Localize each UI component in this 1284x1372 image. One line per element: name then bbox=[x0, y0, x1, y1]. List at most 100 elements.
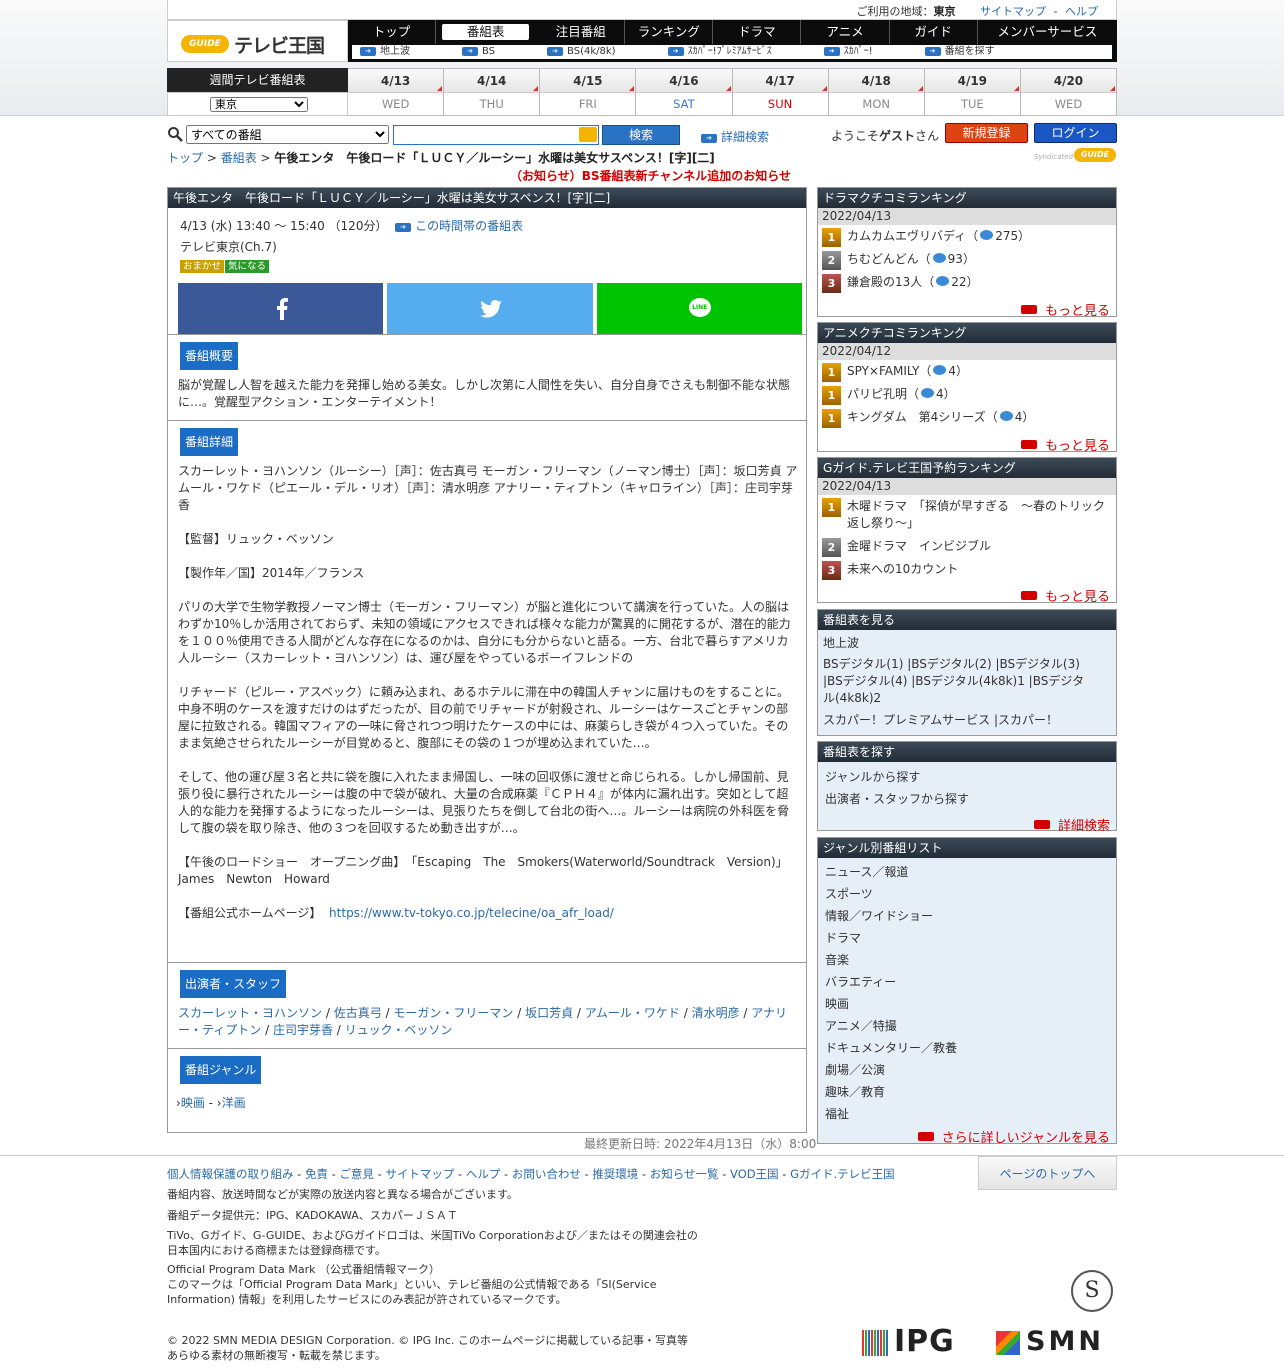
genre-item[interactable]: 趣味／教育 bbox=[818, 1081, 1116, 1103]
genre-item[interactable]: 映画 bbox=[818, 993, 1116, 1015]
footer-link[interactable]: 免責 bbox=[305, 1167, 328, 1181]
nav-featured[interactable]: 注目番組 bbox=[537, 20, 626, 44]
advanced-search-link[interactable]: ➔ 詳細検索 bbox=[693, 128, 769, 145]
subnav-skyperfect-premium[interactable]: ➔ ｽｶﾊﾟｰ!ﾌﾟﾚﾐｱﾑｻｰﾋﾞｽ bbox=[660, 45, 794, 59]
footer-link[interactable]: VOD王国 bbox=[730, 1167, 779, 1181]
facebook-share-button[interactable] bbox=[178, 283, 384, 334]
genre-item[interactable]: ドキュメンタリー／教養 bbox=[818, 1037, 1116, 1059]
find-by-genre[interactable]: ジャンルから探す bbox=[818, 766, 1116, 788]
nav-anime[interactable]: アニメ bbox=[801, 20, 890, 44]
footer-link[interactable]: Gガイド.テレビ王国 bbox=[790, 1167, 895, 1181]
day-column[interactable]: 4/20 WED bbox=[1020, 68, 1117, 116]
subnav-bs[interactable]: ➔ BS bbox=[454, 45, 517, 59]
homepage-link[interactable]: https://www.tv-tokyo.co.jp/telecine/oa_a… bbox=[329, 906, 614, 920]
ranking-item[interactable]: 1 パリピ孔明（ 4） bbox=[818, 386, 1116, 405]
subnav-find[interactable]: ➔ 番組を探す bbox=[917, 45, 1017, 59]
last-updated: 最終更新日時: 2022年4月13日（水）8:00 bbox=[584, 1137, 817, 1151]
sitemap-link[interactable]: サイトマップ bbox=[980, 5, 1046, 18]
skyperfect-links[interactable]: スカパー！プレミアムサービス |スカパー！ bbox=[818, 709, 1116, 731]
more-link[interactable]: もっと見る bbox=[1020, 586, 1110, 605]
genre-item[interactable]: スポーツ bbox=[818, 883, 1116, 905]
more-link[interactable]: もっと見る bbox=[1020, 435, 1110, 454]
line-share-button[interactable]: LINE bbox=[596, 283, 802, 334]
nav-ranking[interactable]: ランキング bbox=[625, 20, 714, 44]
day-column[interactable]: 4/17 SUN bbox=[732, 68, 829, 116]
ranking-item[interactable]: 1 キングダム 第4シリーズ（ 4） bbox=[818, 409, 1116, 428]
nav-drama[interactable]: ドラマ bbox=[713, 20, 802, 44]
genre-item[interactable]: アニメ／特撮 bbox=[818, 1015, 1116, 1037]
genre-item[interactable]: 劇場／公演 bbox=[818, 1059, 1116, 1081]
ranking-item[interactable]: 3 未来への10カウント bbox=[818, 561, 1116, 580]
cast-link[interactable]: 坂口芳貞 bbox=[525, 1006, 573, 1020]
footer-link[interactable]: ご意見 bbox=[339, 1167, 374, 1181]
cast-link[interactable]: アムール・ワケド bbox=[585, 1006, 680, 1020]
day-column[interactable]: 4/14 THU bbox=[444, 68, 541, 116]
nav-schedule[interactable]: 番組表 bbox=[442, 24, 530, 40]
cast-link[interactable]: 庄司宇芽香 bbox=[273, 1023, 333, 1037]
ranking-item[interactable]: 1 木曜ドラマ 「探偵が早すぎる 〜春のトリック返し祭り〜」 bbox=[818, 498, 1116, 532]
search-button[interactable]: 検索 bbox=[602, 125, 680, 145]
ranking-item[interactable]: 2 ちむどんどん（ 93） bbox=[818, 251, 1116, 270]
twitter-share-button[interactable] bbox=[387, 283, 593, 334]
footer-link[interactable]: ヘルプ bbox=[466, 1167, 501, 1181]
nav-guide[interactable]: ガイド bbox=[890, 20, 978, 44]
nav-member[interactable]: メンバーサービス bbox=[978, 20, 1117, 44]
kininaru-tag[interactable]: 気になる bbox=[225, 260, 270, 273]
footer-link[interactable]: 推奨環境 bbox=[592, 1167, 638, 1181]
help-link[interactable]: ヘルプ bbox=[1065, 5, 1098, 18]
terrestrial-link[interactable]: 地上波 bbox=[818, 632, 1116, 654]
subnav-skyperfect[interactable]: ➔ ｽｶﾊﾟｰ! bbox=[816, 45, 895, 59]
ranking-item[interactable]: 1 カムカムエヴリバディ（ 275） bbox=[818, 228, 1116, 247]
more-genre-link[interactable]: さらに詳しいジャンルを見る bbox=[917, 1127, 1110, 1146]
day-of-week: FRI bbox=[578, 97, 597, 111]
ranking-item[interactable]: 1 SPY×FAMILY（ 4） bbox=[818, 363, 1116, 382]
footer-link[interactable]: サイトマップ bbox=[385, 1167, 454, 1181]
subnav-terrestrial[interactable]: ➔ 地上波 bbox=[352, 45, 432, 59]
region-select[interactable]: 東京 bbox=[210, 97, 308, 112]
more-link[interactable]: もっと見る bbox=[1020, 300, 1110, 319]
footer-link[interactable]: お問い合わせ bbox=[512, 1167, 581, 1181]
footer-note-2: 番組データ提供元：IPG、KADOKAWA、スカパーＪＳＡＴ bbox=[167, 1209, 458, 1222]
subnav-bs4k[interactable]: ➔ BS(4k/8k) bbox=[539, 45, 638, 59]
day-column[interactable]: 4/19 TUE bbox=[924, 68, 1021, 116]
breadcrumb-schedule[interactable]: 番組表 bbox=[221, 151, 257, 165]
search-bar: すべての番組 検索 ➔ 詳細検索 ようこそゲストさん 新規登録 ログイン bbox=[167, 123, 1117, 149]
genre-item[interactable]: ドラマ bbox=[818, 927, 1116, 949]
find-by-cast[interactable]: 出演者・スタッフから探す bbox=[818, 788, 1116, 810]
genre-link-foreign[interactable]: 洋画 bbox=[222, 1096, 246, 1110]
cast-link[interactable]: スカーレット・ヨハンソン bbox=[178, 1006, 322, 1020]
ranking-item[interactable]: 3 鎌倉殿の13人（ 22） bbox=[818, 274, 1116, 293]
site-logo[interactable]: GUIDE テレビ王国 bbox=[167, 20, 348, 62]
day-column[interactable]: 4/15 FRI bbox=[540, 68, 637, 116]
notice-link[interactable]: （お知らせ）BS番組表新チャンネル追加のお知らせ bbox=[510, 167, 791, 184]
genre-link-movie[interactable]: 映画 bbox=[181, 1096, 205, 1110]
register-button[interactable]: 新規登録 bbox=[945, 123, 1028, 143]
more-label: もっと見る bbox=[1044, 439, 1110, 454]
nav-top[interactable]: トップ bbox=[348, 20, 437, 44]
footer-link[interactable]: お知らせ一覧 bbox=[650, 1167, 719, 1181]
login-button[interactable]: ログイン bbox=[1034, 123, 1117, 143]
category-select[interactable]: すべての番組 bbox=[186, 125, 389, 144]
bs-links[interactable]: BSデジタル(1) |BSデジタル(2) |BSデジタル(3) |BSデジタル(… bbox=[818, 654, 1116, 707]
cast-link[interactable]: リュック・ベッソン bbox=[345, 1023, 453, 1037]
genre-item[interactable]: 情報／ワイドショー bbox=[818, 905, 1116, 927]
breadcrumb-top[interactable]: トップ bbox=[167, 151, 203, 165]
ranking-item[interactable]: 2 金曜ドラマ インビジブル bbox=[818, 538, 1116, 557]
page-top-button[interactable]: ページのトップへ bbox=[978, 1156, 1117, 1190]
detail-search-link[interactable]: 詳細検索 bbox=[1033, 815, 1110, 834]
day-column[interactable]: 4/16 SAT bbox=[636, 68, 733, 116]
footer-link[interactable]: 個人情報保護の取り組み bbox=[167, 1167, 294, 1181]
cast-link[interactable]: モーガン・フリーマン bbox=[393, 1006, 513, 1020]
day-column[interactable]: 4/18 MON bbox=[828, 68, 925, 116]
day-column[interactable]: 4/13 WED bbox=[348, 68, 445, 116]
omakase-tag[interactable]: おまかせ bbox=[180, 260, 225, 273]
genre-item[interactable]: バラエティー bbox=[818, 971, 1116, 993]
genre-item[interactable]: 音楽 bbox=[818, 949, 1116, 971]
cast-sep: / bbox=[381, 1006, 394, 1020]
keyword-input[interactable] bbox=[393, 125, 599, 145]
timeslot-link[interactable]: ➔ この時間帯の番組表 bbox=[395, 219, 523, 233]
cast-link[interactable]: 清水明彦 bbox=[692, 1006, 740, 1020]
genre-item[interactable]: ニュース／報道 bbox=[818, 861, 1116, 883]
genre-item[interactable]: 福祉 bbox=[818, 1103, 1116, 1125]
cast-link[interactable]: 佐古真弓 bbox=[334, 1006, 382, 1020]
